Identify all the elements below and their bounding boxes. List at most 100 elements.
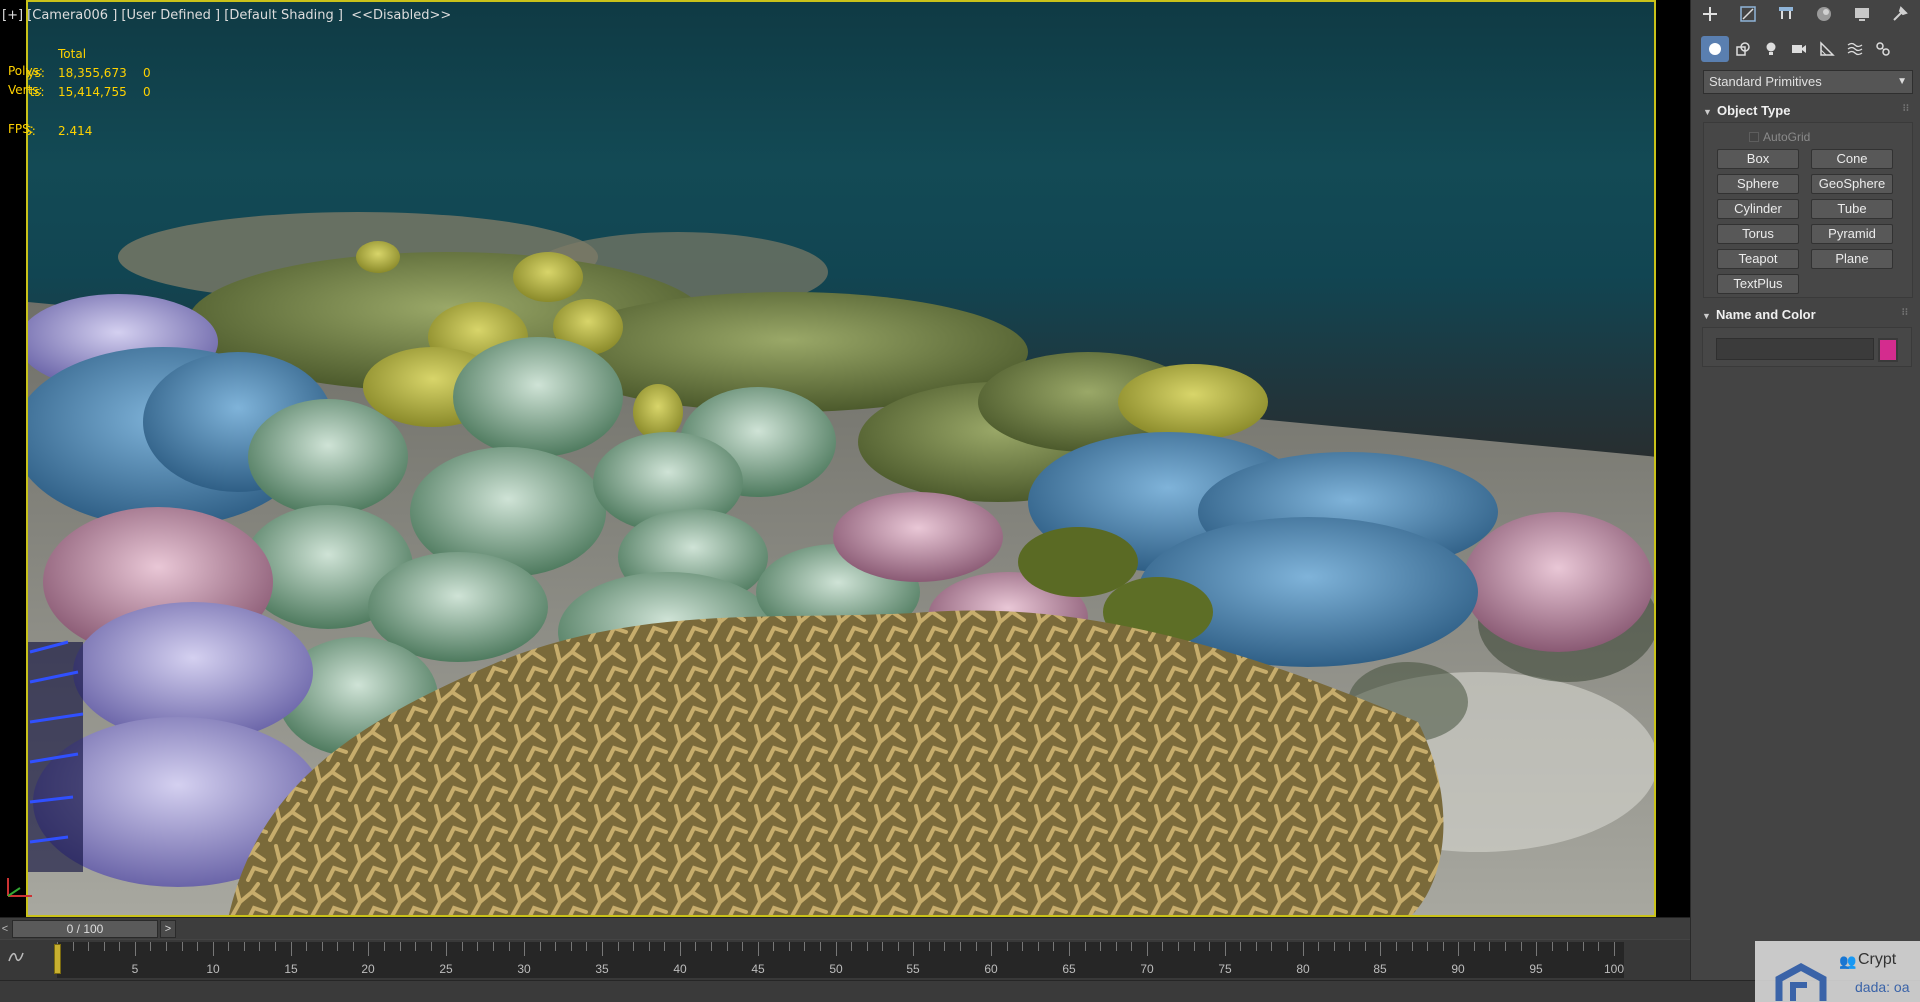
time-slider[interactable]: 0 / 100 (12, 920, 158, 938)
plane-button[interactable]: Plane (1811, 249, 1893, 269)
viewport-render[interactable]: Total Polys: 18,355,673 0 Verts: 15,414,… (26, 0, 1656, 917)
time-next-button[interactable]: > (160, 920, 176, 938)
name-color-rollout-header[interactable]: ▼ Name and Color ⁝⁝ (1702, 307, 1912, 327)
command-panel: Standard Primitives ▼ ▼ Object Type ⁝⁝ (1690, 0, 1920, 980)
torus-button[interactable]: Torus (1717, 224, 1799, 244)
cylinder-button[interactable]: Cylinder (1717, 199, 1799, 219)
coral-scene (28, 212, 1654, 915)
object-name-field[interactable] (1716, 338, 1874, 360)
timeline-tick (400, 942, 401, 951)
timeline-tick (1521, 942, 1522, 951)
timeline-tick (197, 942, 198, 951)
timeline-tick (836, 942, 837, 956)
timeline-tick (586, 942, 587, 951)
timeline-tick (1007, 942, 1008, 951)
stats-polys-selected: 0 (143, 66, 151, 80)
timeline-tick (509, 942, 510, 951)
time-prev-button[interactable]: < (0, 920, 10, 938)
timeline-tick (602, 942, 603, 956)
helpers-icon[interactable] (1813, 36, 1841, 62)
status-bar (0, 980, 1920, 1002)
systems-icon[interactable] (1869, 36, 1897, 62)
spacewarps-icon[interactable] (1841, 36, 1869, 62)
timeline-tick (291, 942, 292, 956)
timeline-tick-label: 25 (439, 962, 453, 976)
autogrid-label: AutoGrid (1763, 130, 1811, 144)
timeline-tick (1287, 942, 1288, 951)
timeline-tick (353, 942, 354, 951)
timeline-tick (976, 942, 977, 951)
cone-button[interactable]: Cone (1811, 149, 1893, 169)
motion-icon[interactable] (1805, 0, 1843, 28)
timeline-tick (1053, 942, 1054, 951)
timeline-tick (1536, 942, 1537, 956)
timeline-tick (462, 942, 463, 951)
timeline-tick (73, 942, 74, 951)
collapse-triangle-icon: ▼ (1702, 311, 1711, 321)
timeline-tick (991, 942, 992, 956)
timeline-tick (618, 942, 619, 951)
timeline-tick (1085, 942, 1086, 951)
rollout-grip-icon[interactable]: ⁝⁝ (1902, 307, 1908, 318)
time-playhead[interactable] (54, 944, 61, 974)
textplus-button[interactable]: TextPlus (1717, 274, 1799, 294)
geometry-icon[interactable] (1701, 36, 1729, 62)
hierarchy-icon[interactable] (1767, 0, 1805, 28)
curve-icon[interactable] (8, 950, 24, 967)
rollout-grip-icon[interactable]: ⁝⁝ (1903, 103, 1909, 114)
timeline-tick (727, 942, 728, 951)
chevron-down-icon: ▼ (1897, 76, 1907, 87)
timeline-tick (259, 942, 260, 951)
timeline-tick-label: 60 (984, 962, 998, 976)
timeline-tick (1365, 942, 1366, 951)
timeline-tick (1256, 942, 1257, 951)
timeline-tick (820, 942, 821, 951)
object-color-swatch[interactable] (1878, 338, 1898, 362)
timeline-tick (1116, 942, 1117, 951)
timeline-tick (1567, 942, 1568, 951)
create-icon[interactable] (1691, 0, 1729, 28)
track-bar[interactable]: 5 10 15 20 25 30 35 40 45 50 55 60 65 70 75 80 85 90 95 100 (0, 940, 1690, 980)
shapes-icon[interactable] (1729, 36, 1757, 62)
timeline-tick (275, 942, 276, 951)
timeline-tick (493, 942, 494, 951)
category-dropdown-value: Standard Primitives (1709, 74, 1822, 89)
utilities-icon[interactable] (1881, 0, 1919, 28)
timeline-ruler[interactable]: 5 10 15 20 25 30 35 40 45 50 55 60 65 70 75 80 85 90 95 100 (57, 942, 1624, 978)
timeline-tick-label: 65 (1062, 962, 1076, 976)
timeline-tick (1069, 942, 1070, 956)
box-button[interactable]: Box (1717, 149, 1799, 169)
camera-viewport[interactable]: [+] [Camera006 ] [User Defined ] [Defaul… (0, 0, 1690, 917)
teapot-button[interactable]: Teapot (1717, 249, 1799, 269)
display-icon[interactable] (1843, 0, 1881, 28)
modify-icon[interactable] (1729, 0, 1767, 28)
stats-total-label: Total (58, 47, 87, 61)
timeline-tick (182, 942, 183, 951)
timeline-tick-label: 70 (1140, 962, 1154, 976)
timeline-tick (1225, 942, 1226, 956)
tube-button[interactable]: Tube (1811, 199, 1893, 219)
create-category-tabs (1701, 36, 1897, 62)
timeline-tick (1240, 942, 1241, 951)
cameras-icon[interactable] (1785, 36, 1813, 62)
sphere-button[interactable]: Sphere (1717, 174, 1799, 194)
timeline-tick-label: 45 (751, 962, 765, 976)
object-type-rollout-header[interactable]: ▼ Object Type ⁝⁝ (1703, 103, 1913, 123)
timeline-tick-label: 30 (517, 962, 531, 976)
category-dropdown[interactable]: Standard Primitives ▼ (1703, 70, 1913, 94)
lights-icon[interactable] (1757, 36, 1785, 62)
timeline-tick (913, 942, 914, 956)
stats-verts-label-outer: Verts: (8, 83, 43, 97)
pyramid-button[interactable]: Pyramid (1811, 224, 1893, 244)
timeline-tick (1489, 942, 1490, 951)
timeline-tick (1038, 942, 1039, 951)
timeline-tick (1209, 942, 1210, 951)
timeline-tick (1334, 942, 1335, 951)
timeline-tick (1427, 942, 1428, 951)
autogrid-checkbox[interactable]: AutoGrid (1749, 130, 1810, 144)
geosphere-button[interactable]: GeoSphere (1811, 174, 1893, 194)
timeline-tick (1614, 942, 1615, 956)
timeline-tick (524, 942, 525, 956)
viewport-label[interactable]: [+] [Camera006 ] [User Defined ] [Defaul… (2, 8, 451, 23)
timeline-tick (867, 942, 868, 951)
